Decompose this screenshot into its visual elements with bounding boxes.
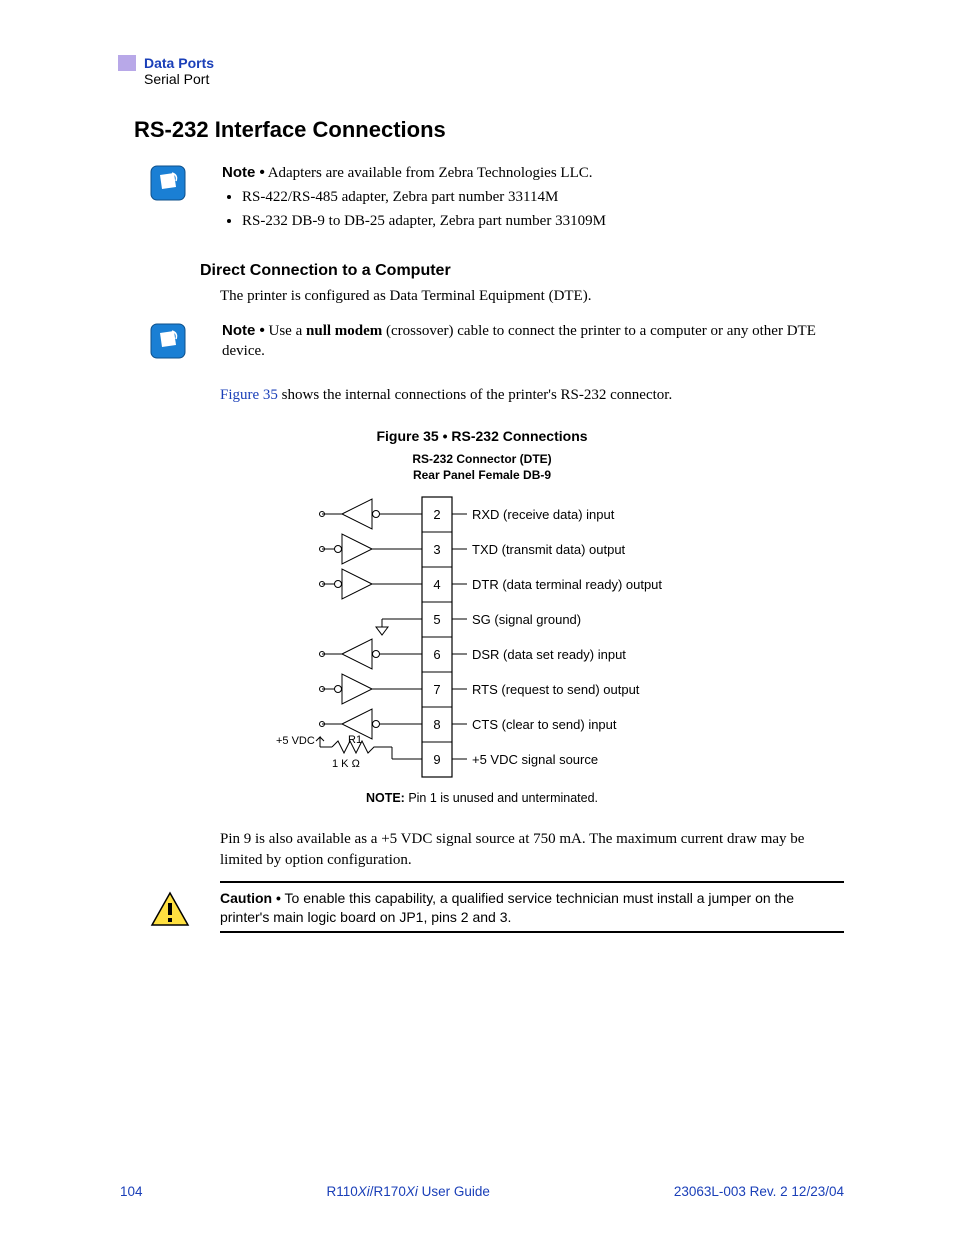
caution-rule-bottom	[220, 931, 844, 933]
note-pre: Use a	[265, 323, 306, 339]
vdc-label: +5 VDC	[276, 735, 315, 747]
pin-number: 6	[433, 647, 440, 662]
diagram-note: NOTE: Pin 1 is unused and unterminated.	[120, 791, 844, 805]
bullet-item: RS-232 DB-9 to DB-25 adapter, Zebra part…	[242, 211, 844, 231]
pin-label: CTS (clear to send) input	[472, 717, 617, 732]
note-block-2: Note • Use a null modem (crossover) cabl…	[150, 321, 844, 362]
r1-label: R1	[348, 734, 362, 746]
bullet-item: RS-422/RS-485 adapter, Zebra part number…	[242, 187, 844, 207]
pin-number: 9	[433, 752, 440, 767]
sub-heading: Direct Connection to a Computer	[200, 262, 844, 280]
pin-number: 5	[433, 612, 440, 627]
note-block-1: Note • Adapters are available from Zebra…	[150, 163, 844, 234]
page-header: Data Ports Serial Port	[120, 55, 844, 87]
caution-label: Caution •	[220, 890, 281, 906]
note-label: Note •	[222, 322, 265, 339]
pin-number: 4	[433, 577, 440, 592]
pin-label: DSR (data set ready) input	[472, 647, 626, 662]
footer-right: 23063L-003 Rev. 2 12/23/04	[674, 1184, 844, 1199]
header-accent	[118, 55, 136, 71]
caution-rule-top	[220, 881, 844, 883]
page-footer: 104 R110Xi/R170Xi User Guide 23063L-003 …	[120, 1184, 844, 1199]
footer-center: R110Xi/R170Xi User Guide	[327, 1184, 490, 1199]
note-icon	[150, 323, 186, 359]
figure-ref-text: shows the internal connections of the pr…	[278, 387, 672, 403]
figure-reference-para: Figure 35 shows the internal connections…	[220, 385, 844, 406]
pin-number: 3	[433, 542, 440, 557]
pin-label: RXD (receive data) input	[472, 507, 615, 522]
note-text: Adapters are available from Zebra Techno…	[265, 165, 593, 181]
pin-number: 2	[433, 507, 440, 522]
pin-label: SG (signal ground)	[472, 612, 581, 627]
note-bold: null modem	[306, 323, 382, 339]
note-label: Note •	[222, 164, 265, 181]
pin-label: DTR (data terminal ready) output	[472, 577, 662, 592]
pin9-paragraph: Pin 9 is also available as a +5 VDC sign…	[220, 829, 844, 871]
body-paragraph: The printer is configured as Data Termin…	[220, 286, 844, 307]
footer-page-number: 104	[120, 1184, 143, 1199]
caution-icon	[150, 891, 190, 927]
note-bullets: RS-422/RS-485 adapter, Zebra part number…	[222, 187, 844, 231]
pin-label: +5 VDC signal source	[472, 752, 598, 767]
pin-label: RTS (request to send) output	[472, 682, 640, 697]
header-subsection: Serial Port	[144, 71, 844, 87]
figure-link[interactable]: Figure 35	[220, 387, 278, 403]
caution-block: Caution • To enable this capability, a q…	[150, 881, 844, 933]
note-icon	[150, 165, 186, 201]
caution-text: To enable this capability, a qualified s…	[220, 890, 794, 925]
pin-label: TXD (transmit data) output	[472, 542, 626, 557]
r1-value: 1 K Ω	[332, 758, 360, 770]
pin-number: 7	[433, 682, 440, 697]
pin-number: 8	[433, 717, 440, 732]
header-section: Data Ports	[144, 55, 844, 71]
rs232-diagram: +5 VDC R1 1 K Ω 2 RXD (receive data) inpu…	[120, 487, 844, 787]
figure-subcaption: RS-232 Connector (DTE)Rear Panel Female …	[120, 452, 844, 483]
main-heading: RS-232 Interface Connections	[134, 117, 844, 143]
figure-caption: Figure 35 • RS-232 Connections	[120, 428, 844, 444]
